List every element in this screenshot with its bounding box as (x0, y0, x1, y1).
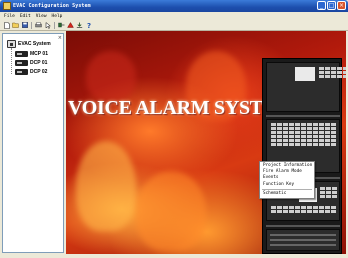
app-icon (3, 2, 11, 10)
keypad (320, 187, 337, 198)
minimize-button[interactable]: _ (317, 1, 326, 10)
tree-root-evac-system[interactable]: EVAC System (7, 40, 51, 48)
status-bar (0, 254, 348, 258)
menu-file[interactable]: File (4, 14, 15, 19)
panel-icon (15, 69, 28, 75)
menu-bar: File Edit View Help (0, 12, 348, 20)
display-panel (295, 67, 315, 81)
panel-icon (15, 51, 28, 57)
splash-headline: VOICE ALARM SYSTEM (68, 97, 295, 119)
open-icon[interactable] (12, 22, 19, 29)
alarm-icon[interactable] (67, 22, 74, 29)
menu-help[interactable]: Help (52, 14, 63, 19)
keypad (271, 206, 336, 213)
pin-icon[interactable]: × (58, 35, 62, 41)
system-icon (7, 40, 16, 48)
toolbar-separator (31, 21, 32, 29)
title-bar[interactable]: EVAC Configuration System _ □ × (0, 0, 348, 12)
save-icon[interactable] (21, 22, 28, 29)
tree-item-mcp01[interactable]: MCP 01 (15, 51, 48, 57)
connect-icon[interactable] (58, 22, 65, 29)
menu-view[interactable]: View (36, 14, 47, 19)
keypad (271, 123, 336, 146)
rack-divider (266, 225, 340, 227)
tree-item-dcp01[interactable]: DCP 01 (15, 60, 47, 66)
download-icon[interactable] (76, 22, 83, 29)
context-menu: Project Information Fire Alarm Mode Even… (259, 161, 315, 199)
svg-text:?: ? (86, 22, 90, 29)
flame-decoration (76, 141, 136, 231)
tree-connector (11, 48, 12, 74)
keypad (319, 67, 346, 78)
equipment-rack-image (262, 58, 346, 254)
tree-item-label: DCP 02 (30, 69, 48, 75)
flame-decoration (136, 171, 206, 251)
menu-schematic[interactable]: Schematic (260, 191, 314, 197)
window-controls: _ □ × (317, 1, 346, 10)
rack-vent (270, 234, 336, 236)
toolbar-separator (54, 21, 55, 29)
app-window: EVAC Configuration System _ □ × File Edi… (0, 0, 348, 258)
new-icon[interactable] (3, 21, 10, 29)
rack-unit (266, 62, 346, 112)
menu-edit[interactable]: Edit (20, 14, 31, 19)
tree-item-dcp02[interactable]: DCP 02 (15, 69, 47, 75)
tree-item-label: MCP 01 (30, 51, 48, 57)
rack-vent (270, 244, 336, 246)
tree-item-label: DCP 01 (30, 60, 48, 66)
main-canvas[interactable]: VOICE ALARM SYSTEM Project Information F… (66, 31, 346, 254)
system-tree-panel[interactable]: × EVAC System MCP 01 DCP 01 DCP 02 (2, 33, 64, 253)
print-icon[interactable] (35, 22, 42, 29)
menu-separator (262, 188, 312, 190)
maximize-button[interactable]: □ (327, 1, 336, 10)
pointer-icon[interactable] (44, 21, 51, 29)
tree-root-label: EVAC System (18, 41, 51, 47)
rack-divider (266, 115, 340, 117)
close-button[interactable]: × (337, 1, 346, 10)
toolbar: ? (0, 20, 348, 31)
panel-icon (15, 60, 28, 66)
window-title: EVAC Configuration System (13, 3, 91, 9)
flame-decoration (86, 51, 136, 101)
rack-vent (270, 239, 336, 241)
help-icon[interactable]: ? (85, 22, 92, 29)
rack-unit (266, 229, 340, 251)
menu-function-key[interactable]: Function Key (260, 182, 314, 188)
